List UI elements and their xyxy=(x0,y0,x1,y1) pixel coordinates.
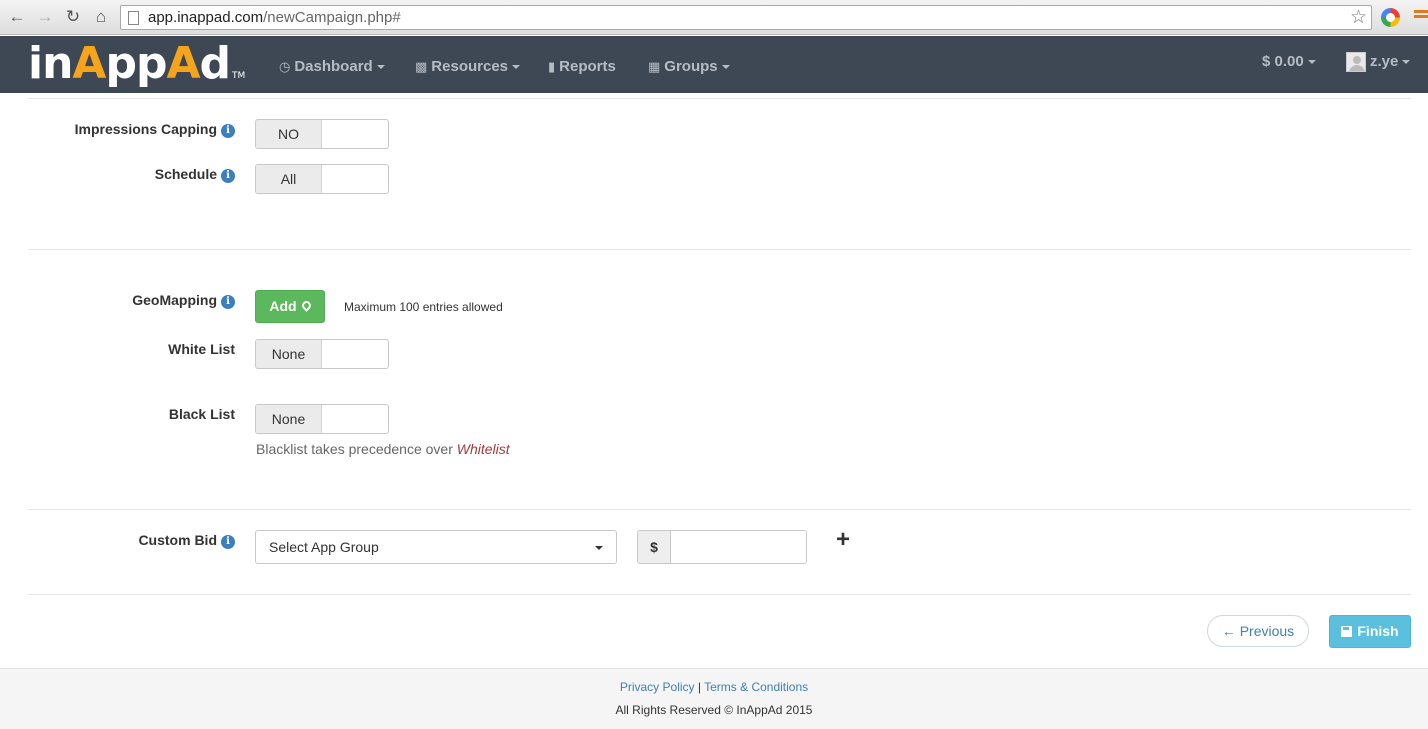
impressions-capping-label: Impressions Capping i xyxy=(75,121,235,138)
logo-part: in xyxy=(28,38,73,89)
app-navbar: inAppAd TM ◷ Dashboard ▩ Resources ▮ Reports… xyxy=(0,36,1428,93)
logo-part: d xyxy=(199,38,231,89)
caret-down-icon xyxy=(721,65,730,70)
white-list-text: White List xyxy=(168,341,235,357)
bar-chart-icon: ▮ xyxy=(548,59,556,74)
footer-links: Privacy Policy | Terms & Conditions xyxy=(0,680,1428,694)
clock-icon: ◷ xyxy=(279,59,291,74)
home-icon[interactable]: ⌂ xyxy=(90,6,112,28)
map-marker-icon xyxy=(299,299,313,312)
finish-button[interactable]: Finish xyxy=(1329,615,1411,648)
nav-dashboard[interactable]: ◷ Dashboard xyxy=(279,58,385,75)
address-bar[interactable]: app.inappad.com/newCampaign.php# ☆ xyxy=(120,5,1372,30)
footer: Privacy Policy | Terms & Conditions All … xyxy=(0,668,1428,729)
add-custom-bid-button[interactable]: + xyxy=(836,526,850,554)
divider xyxy=(28,594,1411,595)
impressions-capping-value: NO xyxy=(256,120,322,148)
caret-down-icon xyxy=(376,65,385,70)
bid-amount-group: $ xyxy=(637,530,807,564)
caret-down-icon xyxy=(512,65,521,70)
nav-dashboard-label: Dashboard xyxy=(294,58,373,75)
note-emphasis: Whitelist xyxy=(456,441,510,457)
nav-resources[interactable]: ▩ Resources xyxy=(415,58,521,75)
save-icon xyxy=(1341,626,1353,637)
white-list-label: White List xyxy=(168,341,235,357)
avatar[interactable] xyxy=(1346,52,1366,72)
logo-part: A xyxy=(166,38,200,89)
schedule-toggle[interactable]: All xyxy=(255,164,389,194)
black-list-label: Black List xyxy=(169,406,235,422)
info-icon[interactable]: i xyxy=(221,295,235,309)
info-icon[interactable]: i xyxy=(221,169,235,183)
bookmark-star-icon[interactable]: ☆ xyxy=(1350,6,1367,29)
caret-down-icon xyxy=(1307,60,1316,65)
dropdown-arrow-icon xyxy=(595,546,603,550)
privacy-policy-link[interactable]: Privacy Policy xyxy=(620,680,695,694)
finish-label: Finish xyxy=(1357,623,1399,639)
copyright-text: All Rights Reserved © InAppAd 2015 xyxy=(615,703,813,717)
custom-bid-text: Custom Bid xyxy=(138,532,217,548)
note-text: Blacklist takes precedence over xyxy=(256,441,457,457)
impressions-capping-text: Impressions Capping xyxy=(74,121,217,137)
inappad-logo[interactable]: inAppAd TM xyxy=(28,38,245,89)
grid-icon: ▦ xyxy=(648,59,661,74)
nav-groups[interactable]: ▦ Groups xyxy=(648,58,730,75)
schedule-text: Schedule xyxy=(154,166,217,182)
bid-amount-input[interactable] xyxy=(672,531,806,563)
white-list-toggle[interactable]: None xyxy=(255,339,389,369)
geomapping-text: GeoMapping xyxy=(132,292,217,308)
nav-reports[interactable]: ▮ Reports xyxy=(548,58,616,75)
book-icon: ▩ xyxy=(415,59,428,74)
currency-addon: $ xyxy=(638,531,671,563)
url-text: app.inappad.com/newCampaign.php# xyxy=(148,9,401,26)
geomapping-help-text: Maximum 100 entries allowed xyxy=(344,300,503,314)
nav-reports-label: Reports xyxy=(559,58,616,75)
url-host: app.inappad.com xyxy=(148,9,264,26)
divider xyxy=(28,98,1411,99)
nav-resources-label: Resources xyxy=(431,58,509,75)
extension-icon[interactable] xyxy=(1381,8,1400,27)
footer-separator: | xyxy=(694,680,705,694)
add-geomapping-button[interactable]: Add xyxy=(255,290,325,323)
nav-groups-label: Groups xyxy=(664,58,718,75)
page-icon xyxy=(128,11,139,25)
blacklist-note: Blacklist takes precedence over Whitelis… xyxy=(256,441,510,457)
custom-bid-label: Custom Bid i xyxy=(138,532,235,549)
schedule-value: All xyxy=(256,165,322,193)
geomapping-label: GeoMapping i xyxy=(132,292,235,309)
browser-toolbar: ← → ↻ ⌂ app.inappad.com/newCampaign.php#… xyxy=(0,0,1428,35)
info-icon[interactable]: i xyxy=(221,535,235,549)
url-path: /newCampaign.php# xyxy=(263,9,401,26)
username: z.ye xyxy=(1370,53,1399,70)
info-icon[interactable]: i xyxy=(221,124,235,138)
back-arrow-icon[interactable]: ← xyxy=(6,6,28,28)
logo-trademark: TM xyxy=(232,71,246,81)
previous-button[interactable]: ← Previous xyxy=(1207,615,1309,647)
white-list-value: None xyxy=(256,340,322,368)
reload-icon[interactable]: ↻ xyxy=(62,6,84,28)
terms-link[interactable]: Terms & Conditions xyxy=(704,680,808,694)
forward-arrow-icon[interactable]: → xyxy=(34,6,56,28)
black-list-text: Black List xyxy=(168,406,235,422)
balance-dropdown[interactable]: $ 0.00 xyxy=(1262,53,1316,70)
browser-menu-icon[interactable] xyxy=(1414,10,1428,24)
user-dropdown[interactable]: z.ye xyxy=(1370,53,1411,70)
impressions-capping-toggle[interactable]: NO xyxy=(255,119,389,149)
app-group-select[interactable]: Select App Group xyxy=(255,530,617,564)
logo-part: pp xyxy=(105,38,167,89)
balance-value: $ 0.00 xyxy=(1262,53,1304,70)
add-button-label: Add xyxy=(269,298,297,314)
divider xyxy=(28,509,1411,510)
black-list-toggle[interactable]: None xyxy=(255,404,389,434)
logo-part: A xyxy=(72,38,106,89)
divider xyxy=(28,249,1411,250)
app-group-select-value: Select App Group xyxy=(269,539,379,555)
caret-down-icon xyxy=(1402,60,1411,65)
schedule-label: Schedule i xyxy=(155,166,235,183)
black-list-value: None xyxy=(256,405,322,433)
